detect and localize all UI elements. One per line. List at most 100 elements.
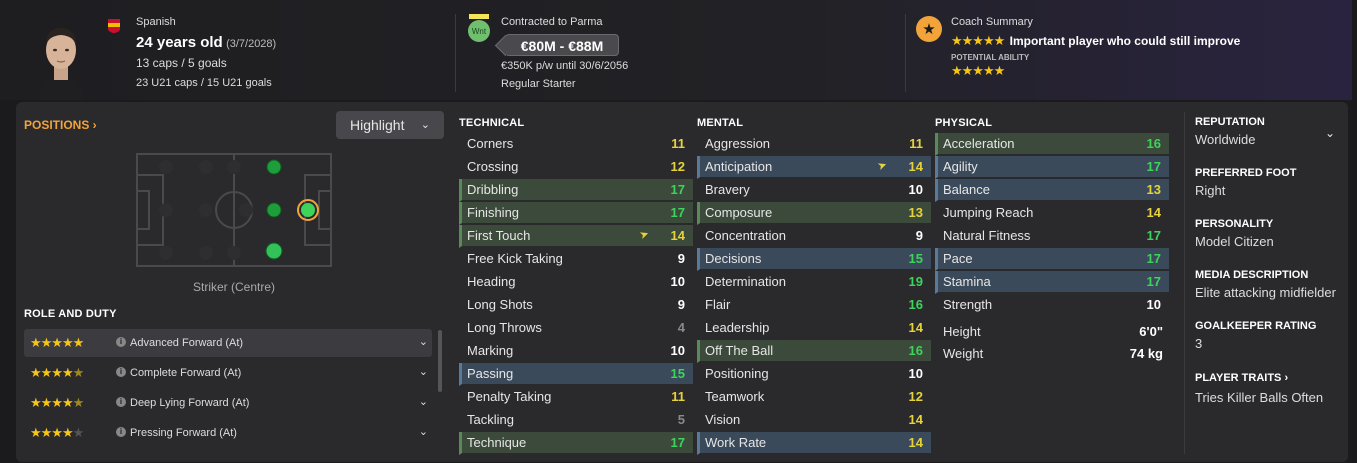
attribute-name: Dribbling [467,182,519,197]
attribute-value: 16 [908,297,923,312]
attribute-row-long-shots[interactable]: Long Shots 9 [459,294,693,317]
attribute-row-composure[interactable]: Composure 13 [697,202,931,225]
attribute-row-dribbling[interactable]: Dribbling 17 [459,179,693,202]
attribute-row-long-throws[interactable]: Long Throws 4 [459,317,693,340]
attribute-name: Penalty Taking [467,389,552,404]
attribute-row-natural-fitness[interactable]: Natural Fitness 17 [935,225,1169,248]
attribute-row-marking[interactable]: Marking 10 [459,340,693,363]
attribute-row-free-kick-taking[interactable]: Free Kick Taking 9 [459,248,693,271]
attribute-row-stamina[interactable]: Stamina 17 [935,271,1169,294]
role-label: Complete Forward (At) [130,367,242,379]
attribute-row-concentration[interactable]: Concentration 9 [697,225,931,248]
attribute-row-strength[interactable]: Strength 10 [935,294,1169,317]
attribute-row-penalty-taking[interactable]: Penalty Taking 11 [459,386,693,409]
attribute-row-work-rate[interactable]: Work Rate 14 [697,432,931,455]
attribute-row-balance[interactable]: Balance 13 [935,179,1169,202]
trend-arrow-icon: ➤ [875,158,889,174]
role-row[interactable]: ★★★★★ i Pressing Forward (At) ⌄ [24,419,432,447]
attribute-row-determination[interactable]: Determination 19 [697,271,931,294]
divider [905,14,906,92]
attribute-row-corners[interactable]: Corners 11 [459,133,693,156]
chevron-down-icon: ⌄ [420,119,430,131]
chevron-down-icon[interactable]: ⌄ [1325,126,1335,140]
attribute-name: Tackling [467,412,514,427]
role-label: Advanced Forward (At) [130,337,244,349]
role-stars: ★★★★★ [30,425,84,440]
attribute-value: 14 [908,412,923,427]
attribute-name: Vision [705,412,741,427]
attribute-row-off-the-ball[interactable]: Off The Ball 16 [697,340,931,363]
chevron-down-icon[interactable]: ⌄ [419,395,428,408]
attribute-row-passing[interactable]: Passing 15 [459,363,693,386]
attribute-value: 14 [670,228,685,243]
media-description-block: MEDIA DESCRIPTION Elite attacking midfie… [1195,269,1336,300]
attribute-value: 16 [908,343,923,358]
attribute-row-decisions[interactable]: Decisions 15 [697,248,931,271]
role-stars: ★★★★★ [30,395,84,410]
attribute-row-crossing[interactable]: Crossing 12 [459,156,693,179]
attribute-name: Finishing [467,205,520,220]
player-traits-title[interactable]: PLAYER TRAITS › [1195,372,1323,384]
chevron-down-icon[interactable]: ⌄ [419,425,428,438]
height-value: 6'0" [1139,324,1163,339]
pitch-diagram [136,153,332,267]
attribute-value: 12 [670,159,685,174]
attribute-row-pace[interactable]: Pace 17 [935,248,1169,271]
trend-arrow-icon: ➤ [637,227,651,243]
role-row[interactable]: ★★★★★ i Advanced Forward (At) ⌄ [24,329,432,357]
attribute-row-finishing[interactable]: Finishing 17 [459,202,693,225]
player-header: Spanish 24 years old (3/7/2028) 13 caps … [0,0,1357,463]
attribute-row-leadership[interactable]: Leadership 14 [697,317,931,340]
chevron-down-icon[interactable]: ⌄ [419,335,428,348]
attribute-row-bravery[interactable]: Bravery 10 [697,179,931,202]
attribute-value: 17 [1146,274,1161,289]
attribute-value: 15 [670,366,685,381]
attribute-name: Strength [943,297,993,312]
attribute-row-heading[interactable]: Heading 10 [459,271,693,294]
attribute-row-flair[interactable]: Flair 16 [697,294,931,317]
attribute-value: 12 [908,389,923,404]
attribute-row-aggression[interactable]: Aggression 11 [697,133,931,156]
attribute-value: 4 [677,320,685,335]
attribute-value: 13 [1146,182,1161,197]
reputation-block[interactable]: REPUTATION Worldwide ⌄ [1195,116,1335,147]
roles-scrollbar[interactable] [438,330,442,392]
current-ability-stars: ★★★★★ [951,33,1005,48]
attribute-value: 10 [670,274,685,289]
attribute-row-anticipation[interactable]: Anticipation ➤ 14 [697,156,931,179]
personality-title: PERSONALITY [1195,218,1274,230]
attribute-value: 17 [670,182,685,197]
attribute-row-tackling[interactable]: Tackling 5 [459,409,693,432]
info-icon[interactable]: i [116,427,126,437]
attribute-row-jumping-reach[interactable]: Jumping Reach 14 [935,202,1169,225]
info-icon[interactable]: i [116,367,126,377]
info-icon[interactable]: i [116,337,126,347]
transfer-value: €80M - €88M [520,38,604,54]
mental-attributes: Aggression 11 Anticipation ➤ 14 Bravery 10 Comp… [697,133,931,455]
attribute-value: 19 [908,274,923,289]
role-duty-title: ROLE AND DUTY [24,308,117,320]
attribute-row-acceleration[interactable]: Acceleration 16 [935,133,1169,156]
goalkeeper-rating-value: 3 [1195,336,1203,351]
attribute-row-agility[interactable]: Agility 17 [935,156,1169,179]
attribute-value: 17 [1146,251,1161,266]
chevron-down-icon[interactable]: ⌄ [419,365,428,378]
attribute-row-positioning[interactable]: Positioning 10 [697,363,931,386]
position-dot-amr [265,242,283,260]
role-row[interactable]: ★★★★★ i Complete Forward (At) ⌄ [24,359,432,387]
mental-title: MENTAL [697,117,744,129]
player-traits-block[interactable]: PLAYER TRAITS › Tries Killer Balls Often [1195,372,1323,405]
transfer-value-tag[interactable]: €80M - €88M [505,34,619,56]
role-row[interactable]: ★★★★★ i Deep Lying Forward (At) ⌄ [24,389,432,417]
highlight-dropdown[interactable]: Highlight ⌄ [336,111,444,139]
personality-value: Model Citizen [1195,234,1274,249]
attribute-name: Off The Ball [705,343,774,358]
positions-link[interactable]: POSITIONS › [24,118,97,132]
info-icon[interactable]: i [116,397,126,407]
attribute-row-vision[interactable]: Vision 14 [697,409,931,432]
attribute-name: Decisions [705,251,762,266]
attribute-row-first-touch[interactable]: First Touch ➤ 14 [459,225,693,248]
attribute-name: Balance [943,182,990,197]
attribute-row-teamwork[interactable]: Teamwork 12 [697,386,931,409]
attribute-row-technique[interactable]: Technique 17 [459,432,693,455]
